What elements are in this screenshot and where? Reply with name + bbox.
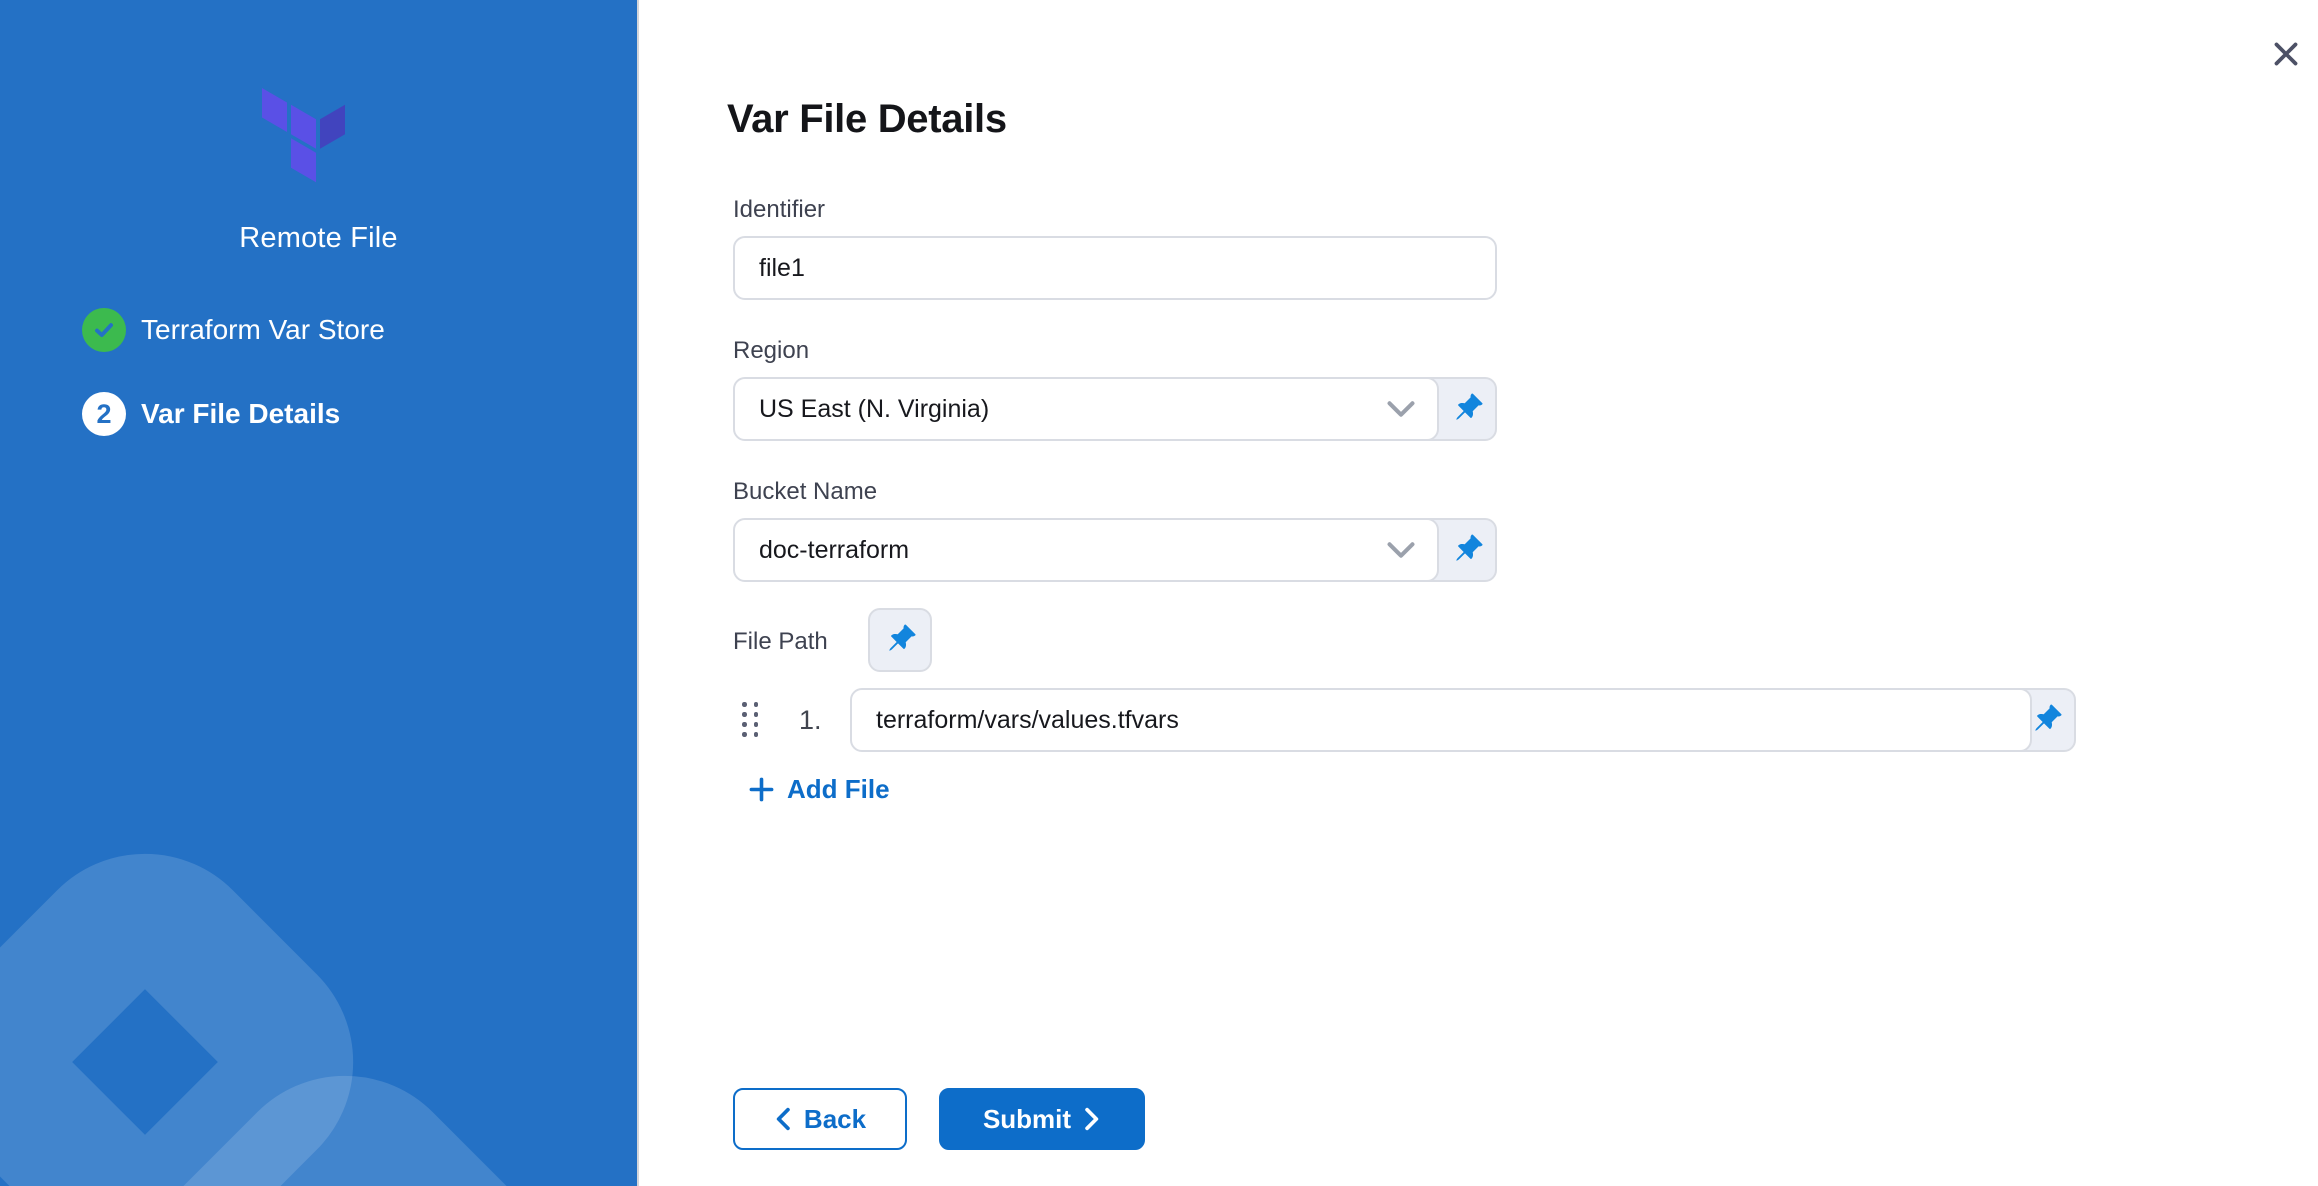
bucket-select[interactable]: doc-terraform — [733, 518, 1439, 582]
step-label: Var File Details — [141, 398, 340, 430]
chevron-down-icon — [1387, 400, 1415, 418]
drag-handle[interactable] — [742, 702, 758, 737]
sidebar-step-terraform-var-store[interactable]: Terraform Var Store — [82, 308, 385, 352]
pin-icon — [1446, 529, 1488, 571]
close-icon[interactable] — [2258, 26, 2314, 82]
region-select[interactable]: US East (N. Virginia) — [733, 377, 1439, 441]
pin-icon — [1446, 388, 1488, 430]
file-path-input[interactable] — [850, 688, 2032, 752]
chevron-right-icon — [1083, 1107, 1101, 1131]
chevron-left-icon — [774, 1107, 792, 1131]
file-path-pin-button[interactable] — [868, 608, 932, 672]
wizard-title: Remote File — [0, 222, 637, 255]
plus-icon — [748, 776, 775, 803]
back-button-label: Back — [804, 1104, 866, 1135]
file-path-label: File Path — [733, 628, 828, 656]
step-label: Terraform Var Store — [141, 314, 385, 346]
region-selected-value: US East (N. Virginia) — [759, 395, 989, 424]
file-row-index: 1. — [799, 688, 822, 752]
step-number-badge: 2 — [82, 392, 126, 436]
add-file-button[interactable]: Add File — [746, 770, 892, 809]
pin-icon — [879, 619, 921, 661]
sidebar-step-var-file-details[interactable]: 2 Var File Details — [82, 392, 340, 436]
identifier-label: Identifier — [733, 196, 825, 224]
region-select-group: US East (N. Virginia) — [733, 377, 1497, 441]
region-label: Region — [733, 337, 809, 365]
var-file-details-dialog: Remote File Terraform Var Store 2 Var Fi… — [0, 0, 2318, 1186]
file-path-row — [850, 688, 2076, 752]
check-icon — [82, 308, 126, 352]
bucket-selected-value: doc-terraform — [759, 536, 909, 565]
chevron-down-icon — [1387, 541, 1415, 559]
wizard-sidebar: Remote File Terraform Var Store 2 Var Fi… — [0, 0, 637, 1186]
back-button[interactable]: Back — [733, 1088, 907, 1150]
submit-button-label: Submit — [983, 1104, 1071, 1135]
panel-divider — [637, 0, 639, 1186]
submit-button[interactable]: Submit — [939, 1088, 1145, 1150]
bucket-name-label: Bucket Name — [733, 478, 877, 506]
terraform-logo-icon — [262, 82, 350, 183]
bucket-select-group: doc-terraform — [733, 518, 1497, 582]
add-file-label: Add File — [787, 774, 890, 805]
identifier-input[interactable] — [733, 236, 1497, 300]
page-title: Var File Details — [727, 97, 1007, 142]
